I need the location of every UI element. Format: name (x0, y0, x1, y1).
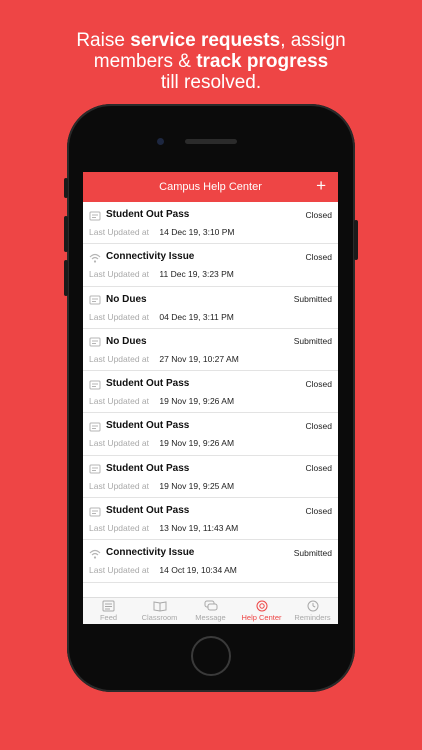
last-updated-label: Last Updated at (89, 269, 150, 280)
request-title: Student Out Pass (106, 462, 190, 474)
home-button[interactable] (191, 636, 231, 676)
request-title: Student Out Pass (106, 378, 190, 390)
last-updated-time: 19 Nov 19, 9:26 AM (159, 438, 235, 449)
headline-bold: service requests (130, 30, 281, 51)
tab-label: Feed (99, 613, 118, 622)
chat-icon (185, 600, 236, 612)
request-list-item[interactable]: No Dues Submitted Last Updated at 04 Dec… (83, 287, 338, 329)
last-updated-label: Last Updated at (89, 396, 150, 407)
request-list-item[interactable]: Student Out Pass Closed Last Updated at … (83, 202, 338, 245)
last-updated-time: 13 Nov 19, 11:43 AM (159, 523, 239, 534)
power-button (354, 220, 358, 260)
request-list-item[interactable]: Connectivity Issue Closed Last Updated a… (83, 244, 338, 287)
clock-icon (287, 600, 338, 612)
last-updated-label: Last Updated at (89, 438, 150, 449)
tab-label: Help Center (241, 613, 282, 622)
request-title: No Dues (106, 293, 147, 305)
book-icon (134, 600, 185, 612)
request-title: Student Out Pass (106, 209, 190, 220)
headline-text: , assign (280, 30, 346, 51)
document-icon (89, 462, 101, 474)
headline: Raise service requests, assign members &… (0, 30, 422, 93)
last-updated-time: 19 Nov 19, 9:25 AM (159, 480, 235, 491)
document-icon (89, 420, 101, 432)
tab-bar: Feed Classroom Message Help Center Reminders (83, 597, 338, 624)
request-list-item[interactable]: Connectivity Issue Submitted Last Update… (83, 540, 338, 583)
last-updated-time: 19 Nov 19, 9:26 AM (159, 396, 235, 407)
request-title: Connectivity Issue (106, 547, 195, 559)
request-status: Closed (305, 209, 332, 220)
last-updated-label: Last Updated at (89, 523, 150, 534)
wifi-icon (89, 547, 101, 559)
tab-feed[interactable]: Feed (83, 598, 134, 624)
feed-icon (83, 600, 134, 612)
request-status: Closed (305, 505, 332, 516)
request-title: Student Out Pass (106, 420, 190, 432)
request-status: Submitted (293, 294, 332, 305)
request-list-item[interactable]: Student Out Pass Closed Last Updated at … (83, 413, 338, 456)
tab-message[interactable]: Message (185, 598, 236, 624)
document-icon (89, 209, 101, 221)
last-updated-label: Last Updated at (89, 565, 150, 576)
headline-text: members & (93, 51, 197, 72)
tab-help-center[interactable]: Help Center (236, 598, 287, 624)
tab-label: Classroom (141, 613, 178, 622)
headline-text: Raise (76, 30, 131, 51)
tab-classroom[interactable]: Classroom (134, 598, 185, 624)
app-screen: Campus Help Center + Student Out Pass Cl… (83, 172, 338, 624)
last-updated-time: 14 Dec 19, 3:10 PM (159, 227, 235, 237)
add-request-button[interactable]: + (316, 177, 326, 195)
request-status: Submitted (293, 336, 332, 347)
request-status: Closed (305, 420, 332, 431)
wifi-icon (89, 251, 101, 263)
nav-bar: Campus Help Center + (83, 172, 338, 202)
last-updated-time: 11 Dec 19, 3:23 PM (159, 269, 234, 280)
request-list[interactable]: Student Out Pass Closed Last Updated at … (83, 202, 338, 597)
document-icon (89, 378, 101, 390)
headline-bold: track progress (196, 51, 329, 72)
lifebuoy-icon (236, 600, 287, 612)
document-icon (89, 335, 101, 347)
document-icon (89, 293, 101, 305)
document-icon (89, 505, 101, 517)
request-status: Closed (305, 378, 332, 389)
request-status: Closed (305, 251, 332, 262)
volume-up-button (64, 216, 68, 252)
request-list-item[interactable]: Student Out Pass Closed Last Updated at … (83, 371, 338, 414)
last-updated-label: Last Updated at (89, 353, 150, 364)
request-list-item[interactable]: No Dues Submitted Last Updated at 27 Nov… (83, 329, 338, 372)
request-list-item[interactable]: Student Out Pass Closed Last Updated at … (83, 456, 338, 499)
last-updated-time: 27 Nov 19, 10:27 AM (159, 353, 239, 364)
request-status: Submitted (293, 547, 332, 558)
request-status: Closed (305, 463, 332, 474)
request-title: Student Out Pass (106, 505, 190, 517)
last-updated-time: 04 Dec 19, 3:11 PM (159, 311, 234, 322)
volume-down-button (64, 260, 68, 296)
request-list-item[interactable]: Student Out Pass Closed Last Updated at … (83, 498, 338, 541)
tab-label: Reminders (294, 613, 331, 622)
last-updated-label: Last Updated at (89, 311, 150, 322)
tab-label: Message (195, 613, 226, 622)
last-updated-time: 14 Oct 19, 10:34 AM (159, 565, 237, 576)
tab-reminders[interactable]: Reminders (287, 598, 338, 624)
front-camera (157, 138, 164, 145)
request-title: No Dues (106, 335, 147, 347)
mute-switch (64, 178, 68, 198)
last-updated-label: Last Updated at (89, 480, 150, 491)
earpiece-speaker (185, 139, 237, 144)
last-updated-label: Last Updated at (89, 227, 150, 237)
headline-text: till resolved. (160, 72, 262, 93)
page-title: Campus Help Center (159, 181, 262, 193)
request-title: Connectivity Issue (106, 251, 195, 263)
